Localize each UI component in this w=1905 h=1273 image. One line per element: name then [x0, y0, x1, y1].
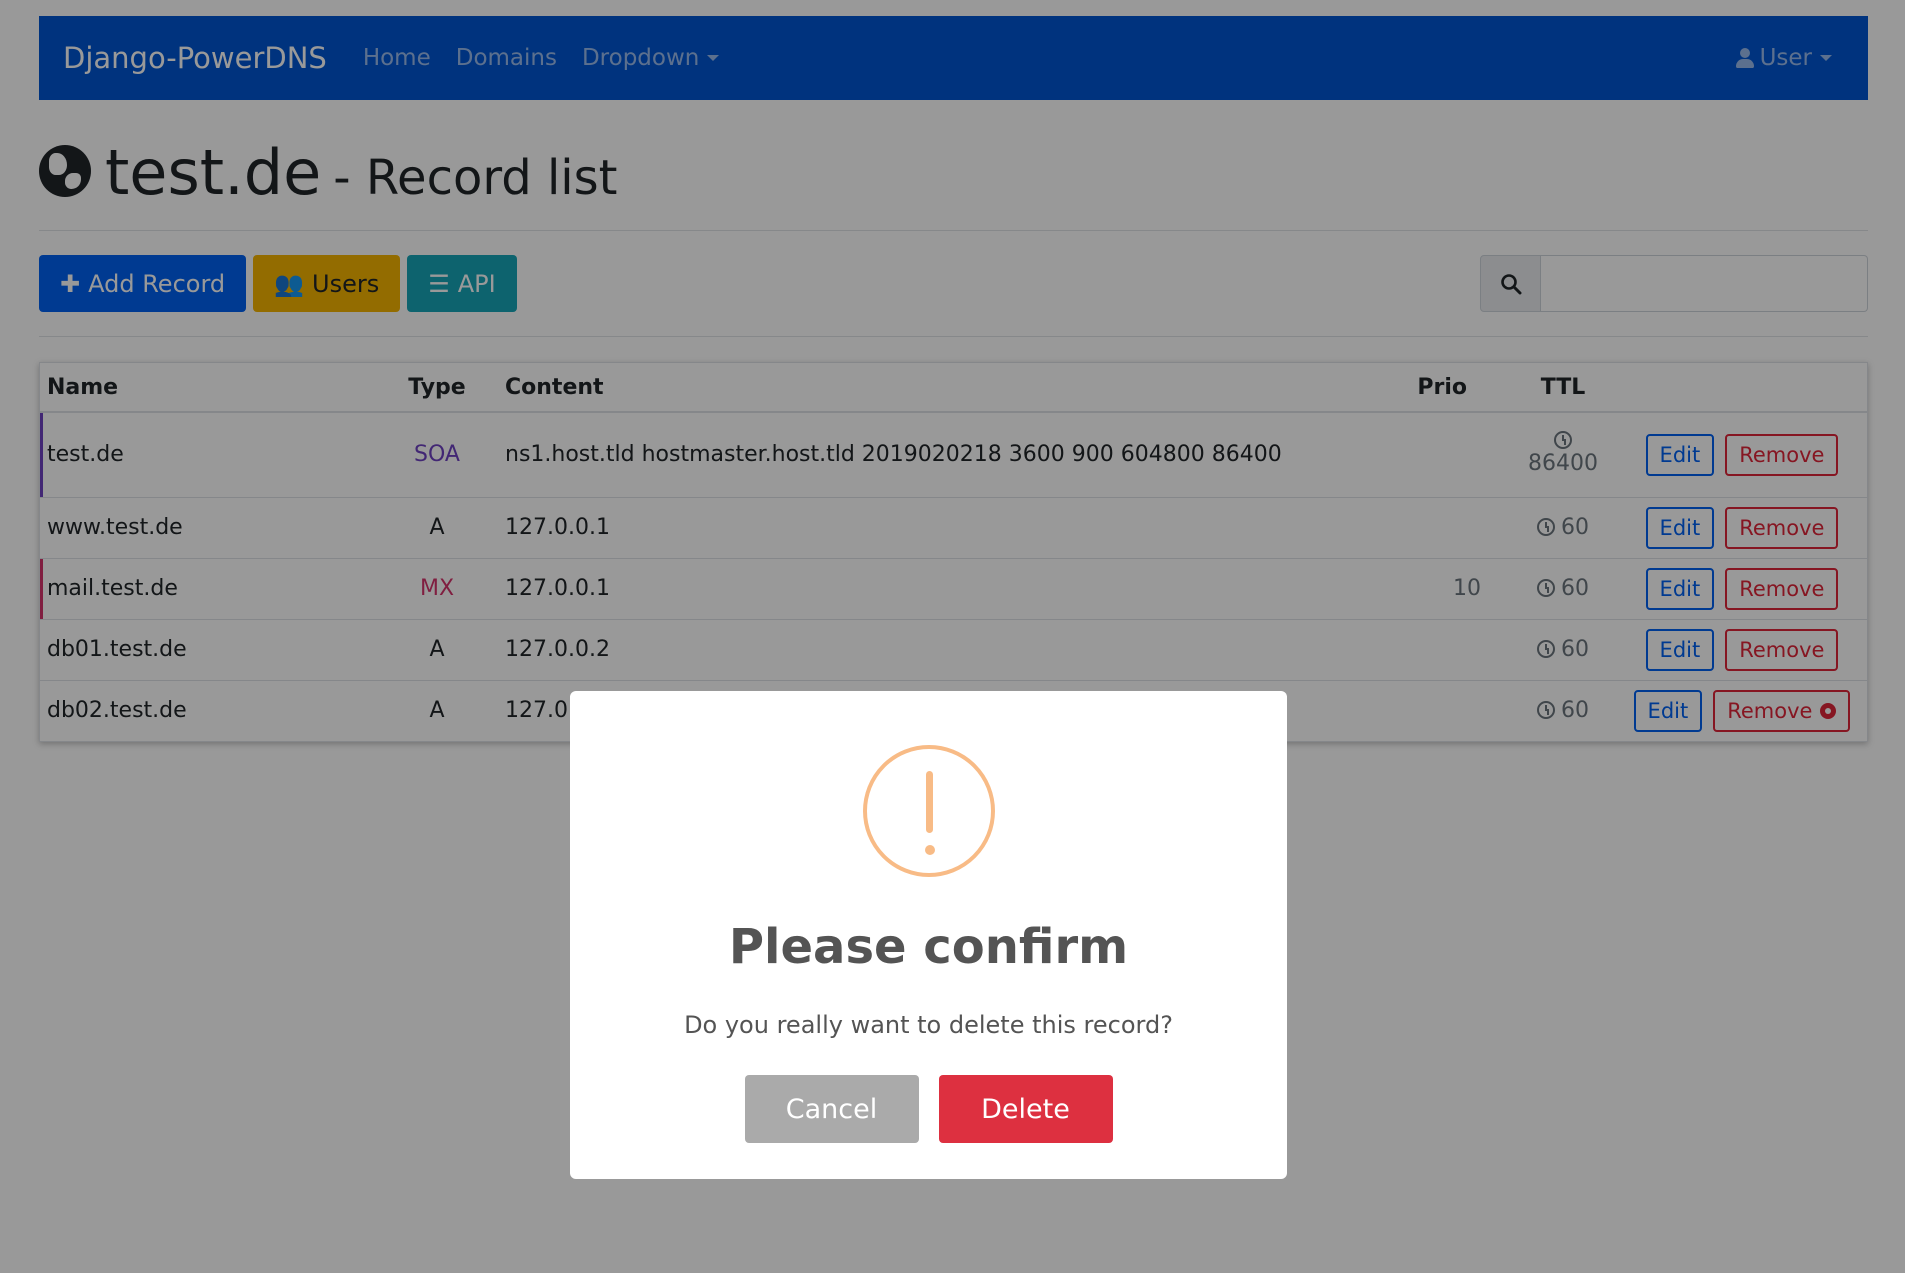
dialog-message: Do you really want to delete this record… — [684, 1011, 1173, 1039]
dialog-title: Please confirm — [728, 919, 1129, 975]
confirm-dialog: Please confirm Do you really want to del… — [570, 691, 1287, 1179]
delete-button[interactable]: Delete — [938, 1075, 1113, 1143]
cancel-button[interactable]: Cancel — [744, 1075, 919, 1143]
warning-icon — [862, 745, 995, 877]
dialog-actions: Cancel Delete — [570, 1075, 1287, 1143]
warning-icon-dot — [924, 845, 935, 855]
warning-icon-bar — [925, 771, 933, 833]
